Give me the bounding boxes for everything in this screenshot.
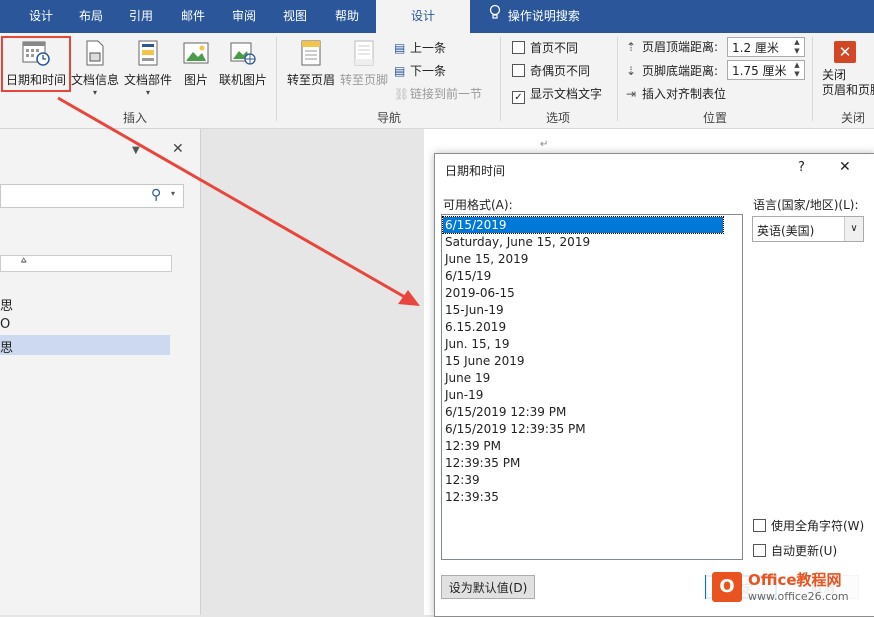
format-item[interactable]: 12:39:35 <box>443 489 735 505</box>
language-select[interactable]: 英语(美国) ∨ <box>752 216 864 242</box>
format-item[interactable]: 6.15.2019 <box>443 319 735 335</box>
format-item[interactable]: 15-Jun-19 <box>443 302 735 318</box>
format-item[interactable]: Saturday, June 15, 2019 <box>443 234 735 250</box>
watermark: O Office教程网 www.office26.com <box>706 566 874 610</box>
watermark-url: www.office26.com <box>748 590 849 603</box>
full-width-checkbox[interactable]: 使用全角字符(W) <box>753 517 864 534</box>
dialog-title: 日期和时间 <box>445 164 506 178</box>
auto-update-checkbox[interactable]: 自动更新(U) <box>753 542 837 559</box>
formats-label: 可用格式(A): <box>443 198 513 212</box>
formats-list[interactable]: 6/15/2019 Saturday, June 15, 2019 June 15,… <box>441 214 743 560</box>
format-item[interactable]: June 19 <box>443 370 735 386</box>
format-item[interactable]: 12:39 <box>443 472 735 488</box>
format-item[interactable]: 6/15/19 <box>443 268 735 284</box>
format-item[interactable]: 6/15/2019 12:39 PM <box>443 404 735 420</box>
format-item[interactable]: 2019-06-15 <box>443 285 735 301</box>
date-time-dialog: 日期和时间 ? ✕ 可用格式(A): 6/15/2019 Saturday, Ju… <box>434 153 874 617</box>
checkbox-box <box>753 544 766 557</box>
format-item[interactable]: Jun. 15, 19 <box>443 336 735 352</box>
format-item[interactable]: 15 June 2019 <box>443 353 735 369</box>
language-label: 语言(国家/地区)(L): <box>753 198 859 212</box>
format-item[interactable]: 6/15/2019 12:39:35 PM <box>443 421 735 437</box>
help-button[interactable]: ? <box>798 160 805 175</box>
language-value: 英语(美国) <box>757 224 815 238</box>
format-item[interactable]: 12:39 PM <box>443 438 735 454</box>
format-item-selected[interactable]: 6/15/2019 <box>442 216 724 234</box>
close-button[interactable]: ✕ <box>839 159 851 175</box>
format-item[interactable]: June 15, 2019 <box>443 251 735 267</box>
watermark-brand: Office教程网 <box>748 571 842 589</box>
format-item[interactable]: Jun-19 <box>443 387 735 403</box>
chevron-down-icon[interactable]: ∨ <box>844 217 863 241</box>
set-default-button[interactable]: 设为默认值(D) <box>441 575 535 599</box>
format-item[interactable]: 12:39:35 PM <box>443 455 735 471</box>
office-logo-icon: O <box>712 572 742 602</box>
full-width-label: 使用全角字符(W) <box>771 519 865 533</box>
auto-update-label: 自动更新(U) <box>771 544 838 558</box>
checkbox-box <box>753 519 766 532</box>
